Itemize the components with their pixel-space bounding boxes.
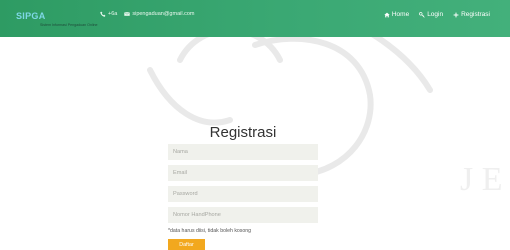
email-field[interactable] <box>168 165 318 181</box>
svg-text:J E: J E <box>460 161 503 198</box>
contact-phone: +6a <box>100 11 117 17</box>
name-field[interactable] <box>168 144 318 160</box>
contact-email: sipengaduan@gmail.com <box>124 11 195 17</box>
brand-logo[interactable]: SIPGA Sistem Informasi Pengaduan Online <box>8 6 98 32</box>
page-title: Registrasi <box>209 124 277 141</box>
nav-register-label: Registrasi <box>461 11 490 18</box>
envelope-icon <box>124 12 131 16</box>
phone-field[interactable] <box>168 207 318 223</box>
nav-home-link[interactable]: Home <box>384 11 409 18</box>
main-nav: Home Login Registrasi <box>384 11 490 18</box>
contact-info: +6a sipengaduan@gmail.com <box>100 11 195 17</box>
brand-tagline: Sistem Informasi Pengaduan Online <box>40 23 98 27</box>
home-icon <box>384 12 390 17</box>
plus-icon <box>453 12 459 17</box>
brand-logo-text: SIPGA <box>16 11 46 21</box>
nav-register-link[interactable]: Registrasi <box>453 11 490 18</box>
submit-button[interactable]: Daftar <box>168 239 205 250</box>
key-icon <box>419 11 425 18</box>
phone-icon <box>100 11 106 17</box>
required-note: *data harus diisi, tidak boleh kosong <box>168 228 252 234</box>
contact-email-text: sipengaduan@gmail.com <box>132 11 195 17</box>
password-field[interactable] <box>168 186 318 202</box>
nav-home-label: Home <box>391 11 410 18</box>
nav-login-link[interactable]: Login <box>419 11 443 18</box>
top-navbar: SIPGA Sistem Informasi Pengaduan Online … <box>0 0 510 37</box>
contact-phone-text: +6a <box>108 11 118 17</box>
nav-login-label: Login <box>427 11 444 18</box>
